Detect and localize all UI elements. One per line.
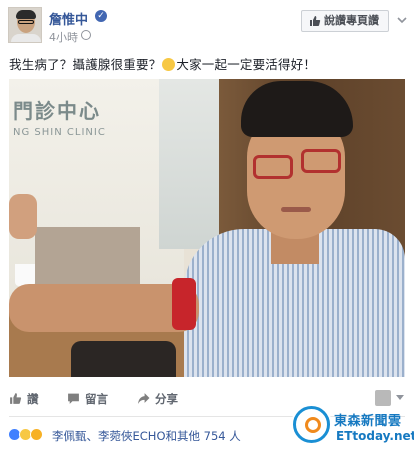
post-photo[interactable]: 門診中心 NG SHIN CLINIC — [9, 79, 405, 377]
author-avatar[interactable] — [8, 7, 42, 43]
action-bar: 讚 留言 分享 — [0, 386, 414, 412]
like-page-button[interactable]: 說讚專頁讚 — [301, 10, 389, 32]
thumbs-up-icon — [10, 393, 22, 404]
watermark-name: 東森新聞雲 — [334, 414, 402, 429]
chevron-down-icon[interactable] — [395, 13, 409, 27]
glasses-left-lens — [253, 155, 293, 179]
like-page-label: 說讚專頁讚 — [324, 14, 379, 27]
reactions-text: 李佩甄、李菀俠ECHO和其他 754 人 — [52, 428, 241, 444]
sad-reaction-icon — [30, 428, 43, 441]
mouth — [281, 207, 311, 212]
post-time[interactable]: 4小時 — [49, 29, 78, 45]
post-text: 我生病了？攝護腺很重要？ 大家一起一定要活得好！ — [9, 54, 316, 73]
logo-inner-ring — [305, 417, 321, 433]
share-button[interactable]: 分享 — [137, 391, 178, 407]
crying-face-icon — [162, 58, 176, 71]
verified-icon: ✓ — [95, 10, 107, 22]
tourniquet-band — [172, 278, 196, 330]
reactor-others[interactable]: 和其他 754 人 — [166, 429, 241, 443]
paper-cup — [15, 264, 35, 286]
comment-button[interactable]: 留言 — [67, 391, 108, 407]
watermark-subtitle: ETtoday.net — [336, 429, 414, 443]
comment-label: 留言 — [85, 392, 108, 406]
shelf — [35, 227, 140, 287]
arm-pillow — [71, 341, 176, 377]
viewer-avatar[interactable] — [375, 390, 391, 406]
clinic-sign-text: 門診中心 — [13, 99, 101, 123]
nurse-hand — [9, 194, 37, 239]
author-name[interactable]: 詹惟中 — [49, 9, 88, 28]
chevron-down-icon[interactable] — [396, 395, 404, 400]
like-button[interactable]: 讚 — [9, 391, 39, 407]
share-label: 分享 — [155, 392, 178, 406]
avatar-glasses — [18, 20, 34, 24]
globe-icon — [81, 30, 91, 40]
clinic-sign-subtext: NG SHIN CLINIC — [13, 127, 106, 138]
post-header: 詹惟中 ✓ 4小時 說讚專頁讚 — [0, 0, 414, 50]
glasses-right-lens — [301, 149, 341, 173]
avatar-shirt — [11, 34, 41, 42]
reactions-summary[interactable]: 李佩甄、李菀俠ECHO和其他 754 人 — [6, 421, 306, 445]
thumbs-up-icon — [310, 16, 321, 26]
reactor-names[interactable]: 李佩甄、李菀俠ECHO — [52, 429, 166, 443]
post-text-part1: 我生病了？攝護腺很重要？ — [9, 57, 162, 72]
share-icon — [138, 393, 150, 404]
avatar-hair — [16, 10, 36, 19]
like-label: 讚 — [27, 392, 39, 406]
comment-icon — [68, 393, 79, 404]
arm — [9, 284, 199, 332]
ettoday-logo-icon — [293, 406, 330, 443]
post-text-part2: 大家一起一定要活得好！ — [176, 57, 317, 72]
